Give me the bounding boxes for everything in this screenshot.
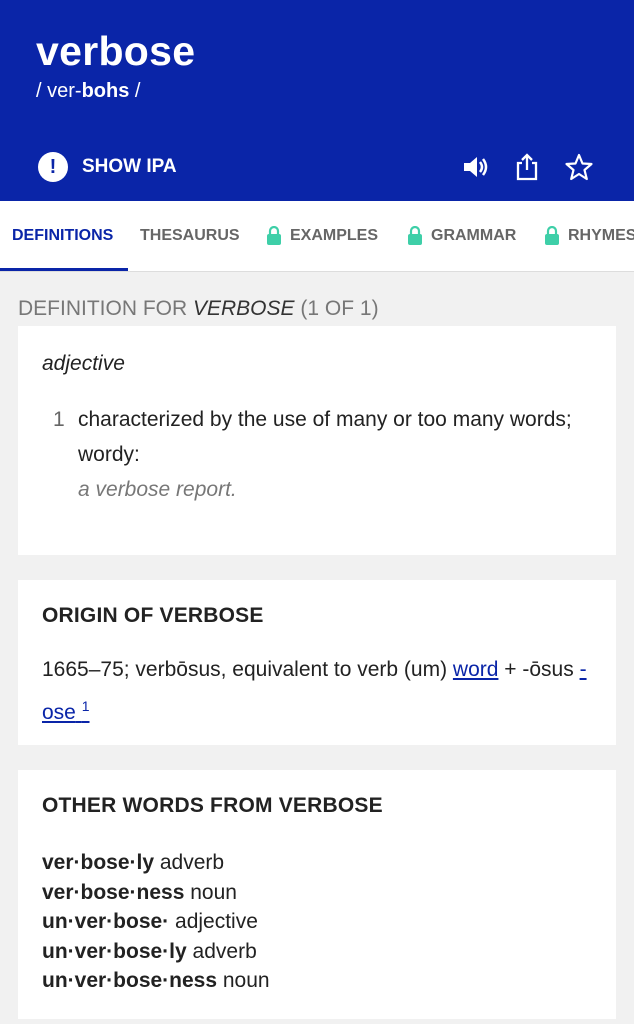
definition-number: 1 — [53, 408, 65, 431]
share-icon[interactable] — [510, 150, 544, 184]
word-form-pos: noun — [184, 880, 237, 904]
show-ipa-button[interactable]: ! SHOW IPA — [38, 152, 177, 182]
lock-icon — [266, 226, 282, 246]
show-ipa-label: SHOW IPA — [82, 156, 177, 177]
tab-label: GRAMMAR — [431, 227, 517, 244]
tab-label: DEFINITIONS — [12, 227, 114, 244]
tab-label: THESAURUS — [140, 227, 240, 244]
definition-body: characterized by the use of many or too … — [78, 408, 572, 466]
star-icon[interactable] — [562, 150, 596, 184]
tab-label: EXAMPLES — [290, 227, 379, 244]
pron-prefix: / ver- — [36, 80, 82, 102]
tab-thesaurus[interactable]: THESAURUS — [140, 201, 240, 271]
word-form: un·ver·bose·ly — [42, 939, 187, 963]
section-prefix: DEFINITION FOR — [18, 297, 193, 320]
list-item: un·ver·bose· adjective — [42, 907, 270, 937]
definition-example: a verbose report. — [78, 478, 237, 501]
other-words-card: OTHER WORDS FROM VERBOSE ver·bose·ly adv… — [18, 770, 616, 1019]
tab-examples[interactable]: EXAMPLES — [266, 201, 378, 271]
origin-text: 1665–75; verbōsus, equivalent to verb (u… — [42, 652, 602, 731]
lock-icon — [407, 226, 423, 246]
origin-link-ose-sup: 1 — [81, 698, 90, 714]
origin-text-before: 1665–75; verbōsus, equivalent to verb (u… — [42, 658, 453, 681]
active-tab-indicator — [0, 268, 128, 271]
definition-card: adjective 1 characterized by the use of … — [18, 326, 616, 555]
word-form-pos: adverb — [154, 851, 225, 874]
origin-card: ORIGIN OF VERBOSE 1665–75; verbōsus, equ… — [18, 580, 616, 745]
list-item: ver·bose·ly adverb — [42, 848, 270, 878]
word-form: un·ver·bose·ness — [42, 969, 218, 992]
part-of-speech: adjective — [42, 352, 125, 375]
word-form-pos: noun — [217, 969, 270, 992]
headword: verbose — [36, 28, 196, 74]
tab-label: RHYMES — [568, 227, 634, 244]
list-item: un·ver·bose·ness noun — [42, 966, 270, 996]
word-form: un·ver·bose· — [42, 910, 170, 933]
word-form-pos: adjective — [169, 910, 258, 933]
word-header: verbose / ver-bohs / ! SHOW IPA — [0, 0, 634, 201]
pronunciation: / ver-bohs / — [36, 80, 140, 103]
tab-definitions[interactable]: DEFINITIONS — [12, 201, 113, 271]
word-form-pos: adverb — [186, 939, 257, 963]
list-item: ver·bose·ness noun — [42, 878, 270, 908]
origin-link-word[interactable]: word — [453, 658, 499, 681]
tab-bar: DEFINITIONS THESAURUS EXAMPLES GRAMMAR R… — [0, 201, 634, 272]
section-word: VERBOSE — [193, 297, 295, 320]
origin-text-mid: + -ōsus — [498, 658, 580, 681]
other-words-heading: OTHER WORDS FROM VERBOSE — [42, 794, 383, 817]
word-forms-list: ver·bose·ly adverb ver·bose·ness noun un… — [42, 848, 270, 996]
exclamation-icon: ! — [38, 152, 68, 182]
tab-grammar[interactable]: GRAMMAR — [407, 201, 516, 271]
word-form: ver·bose·ness — [42, 880, 185, 904]
lock-icon — [544, 226, 560, 246]
pron-suffix: / — [129, 80, 141, 102]
pron-stress: bohs — [81, 80, 130, 102]
tab-rhymes[interactable]: RHYMES — [544, 201, 634, 271]
origin-heading: ORIGIN OF VERBOSE — [42, 604, 264, 627]
header-actions — [458, 150, 596, 184]
speaker-icon[interactable] — [458, 150, 492, 184]
definition-text: characterized by the use of many or too … — [78, 402, 588, 507]
section-count: (1 OF 1) — [294, 297, 379, 320]
list-item: un·ver·bose·ly adverb — [42, 937, 270, 967]
definition-section-title: DEFINITION FOR VERBOSE (1 OF 1) — [18, 297, 379, 321]
word-form: ver·bose·ly — [42, 851, 155, 874]
